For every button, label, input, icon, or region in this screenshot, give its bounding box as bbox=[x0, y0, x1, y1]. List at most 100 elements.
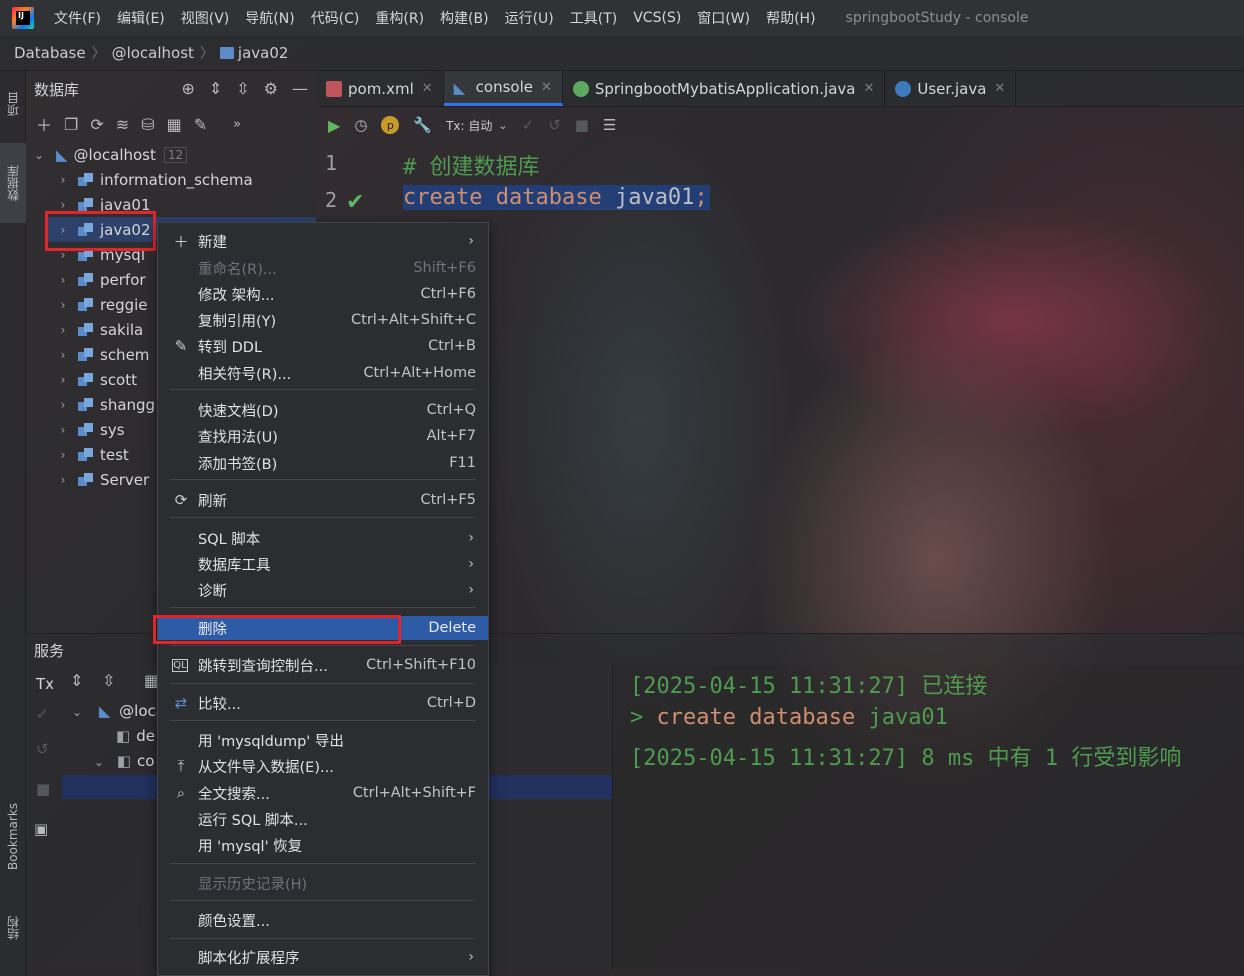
menu-item-related-symbols[interactable]: 相关符号(R)... Ctrl+Alt+Home bbox=[158, 361, 488, 385]
breadcrumb-schema[interactable]: java02 bbox=[238, 44, 289, 62]
tree-schema-shangg[interactable]: › shangg bbox=[56, 392, 155, 417]
chevron-right-icon[interactable]: › bbox=[56, 198, 70, 212]
collapse-all-icon[interactable]: ⇳ bbox=[102, 671, 115, 690]
chevron-down-icon[interactable]: ⌄ bbox=[94, 755, 104, 769]
menu-item-copy-reference[interactable]: 复制引用(Y) Ctrl+Alt+Shift+C bbox=[158, 308, 488, 332]
menu-item-find-usages[interactable]: 查找用法(U) Alt+F7 bbox=[158, 424, 488, 448]
table-icon[interactable]: ▦ bbox=[167, 115, 182, 134]
menu-item-scripted-extensions[interactable]: 脚本化扩展程序 › bbox=[158, 945, 488, 969]
output-layout-icon[interactable]: ☰ bbox=[603, 116, 616, 134]
menu-edit[interactable]: 编辑(E) bbox=[109, 8, 173, 28]
breadcrumb-database[interactable]: Database bbox=[14, 44, 86, 62]
menu-item-run-sql[interactable]: 运行 SQL 脚本... bbox=[158, 807, 488, 831]
menu-item-import-file[interactable]: ⤒ 从文件导入数据(E)... bbox=[158, 754, 488, 778]
tree-host[interactable]: ⌄ ◣ @localhost 12 bbox=[32, 142, 188, 167]
tab-user-java[interactable]: User.java ✕ bbox=[885, 71, 1017, 106]
menu-item-quick-doc[interactable]: 快速文档(D) Ctrl+Q bbox=[158, 398, 488, 422]
menu-item-add-bookmark[interactable]: 添加书签(B) F11 bbox=[158, 451, 488, 475]
menu-build[interactable]: 构建(B) bbox=[432, 8, 497, 28]
minimize-icon[interactable]: — bbox=[292, 79, 308, 98]
menu-item-color-settings[interactable]: 颜色设置... bbox=[158, 908, 488, 932]
chevron-right-icon[interactable]: › bbox=[56, 348, 70, 362]
expand-all-icon[interactable]: ⇕ bbox=[70, 671, 83, 690]
menu-vcs[interactable]: VCS(S) bbox=[625, 10, 689, 26]
tree-schema-performance[interactable]: › perfor bbox=[56, 267, 146, 292]
services-host-row[interactable]: ⌄ ◣ @loca bbox=[72, 702, 165, 720]
tab-project[interactable]: 项目 bbox=[0, 79, 26, 129]
breadcrumb-host[interactable]: @localhost bbox=[112, 44, 194, 62]
services-item-co[interactable]: ⌄ ◧ co bbox=[94, 752, 154, 770]
chevron-right-icon[interactable]: › bbox=[56, 473, 70, 487]
tree-schema-sakila[interactable]: › sakila bbox=[56, 317, 144, 342]
tree-schema-schema[interactable]: › schem bbox=[56, 342, 150, 367]
chevron-down-icon[interactable]: ⌄ bbox=[32, 148, 46, 162]
menu-item-mysqldump[interactable]: 用 'mysqldump' 导出 bbox=[158, 728, 488, 752]
collapse-all-icon[interactable]: ⇳ bbox=[236, 79, 249, 98]
tx-label[interactable]: Tx bbox=[36, 675, 54, 693]
chevron-right-icon[interactable]: › bbox=[56, 323, 70, 337]
chevron-right-icon[interactable]: › bbox=[56, 173, 70, 187]
tab-springboot-application[interactable]: SpringbootMybatisApplication.java ✕ bbox=[563, 71, 886, 106]
menu-item-refresh[interactable]: ⟳ 刷新 Ctrl+F5 bbox=[158, 488, 488, 512]
close-icon[interactable]: ✕ bbox=[422, 81, 433, 96]
services-item-de[interactable]: ◧ de bbox=[116, 727, 155, 745]
menu-item-sql-script[interactable]: SQL 脚本 › bbox=[158, 526, 488, 550]
edit-icon[interactable]: ✎ bbox=[194, 115, 207, 134]
crosshair-icon[interactable]: ⊕ bbox=[181, 79, 194, 98]
menu-tools[interactable]: 工具(T) bbox=[562, 8, 625, 28]
menu-navigate[interactable]: 导航(N) bbox=[237, 8, 302, 28]
add-icon[interactable]: ＋ bbox=[36, 112, 52, 136]
tab-pom-xml[interactable]: pom.xml ✕ bbox=[316, 71, 444, 106]
menu-help[interactable]: 帮助(H) bbox=[758, 8, 823, 28]
code-line-sql[interactable]: create database java01; bbox=[403, 185, 710, 210]
refresh-icon[interactable]: ⟳ bbox=[90, 115, 103, 134]
menu-item-diagnose[interactable]: 诊断 › bbox=[158, 578, 488, 602]
profile-icon[interactable]: p bbox=[381, 116, 400, 134]
menu-item-goto-ddl[interactable]: ✎ 转到 DDL Ctrl+B bbox=[158, 334, 488, 358]
menu-run[interactable]: 运行(U) bbox=[497, 8, 562, 28]
close-icon[interactable]: ✕ bbox=[994, 81, 1005, 96]
chevron-right-icon[interactable]: › bbox=[56, 398, 70, 412]
tab-console[interactable]: ◣ console ✕ bbox=[443, 71, 563, 106]
chevron-right-icon[interactable]: › bbox=[56, 298, 70, 312]
schema-sync-icon[interactable]: ≋ bbox=[116, 115, 129, 134]
chevron-right-icon[interactable]: › bbox=[56, 273, 70, 287]
chevron-down-icon[interactable]: ⌄ bbox=[498, 119, 507, 132]
tree-schema-information-schema[interactable]: › information_schema bbox=[56, 167, 253, 192]
history-icon[interactable]: ◷ bbox=[354, 116, 367, 134]
chevron-down-icon[interactable]: ⌄ bbox=[72, 705, 82, 719]
layout-icon[interactable]: ▣ bbox=[34, 820, 48, 838]
tree-schema-test[interactable]: › test bbox=[56, 442, 129, 467]
chevron-right-icon[interactable]: › bbox=[56, 423, 70, 437]
menu-item-jump-console[interactable]: QL 跳转到查询控制台... Ctrl+Shift+F10 bbox=[158, 653, 488, 677]
intellij-logo-icon[interactable]: IJ bbox=[12, 7, 34, 29]
transaction-mode-select[interactable]: Tx: 自动 bbox=[446, 117, 492, 134]
tree-schema-scott[interactable]: › scott bbox=[56, 367, 137, 392]
menu-item-mysql-restore[interactable]: 用 'mysql' 恢复 bbox=[158, 833, 488, 857]
code-line-comment[interactable]: # 创建数据库 bbox=[403, 149, 540, 181]
db-properties-icon[interactable]: ⛁ bbox=[141, 115, 154, 134]
wrench-icon[interactable]: 🔧 bbox=[413, 116, 432, 134]
menu-view[interactable]: 视图(V) bbox=[173, 8, 238, 28]
menu-item-modify-schema[interactable]: 修改 架构... Ctrl+F6 bbox=[158, 282, 488, 306]
menu-code[interactable]: 代码(C) bbox=[303, 8, 368, 28]
menu-window[interactable]: 窗口(W) bbox=[689, 8, 758, 28]
menu-item-compare[interactable]: ⇄ 比较... Ctrl+D bbox=[158, 691, 488, 715]
copy-icon[interactable]: ❐ bbox=[64, 115, 78, 134]
chevron-right-icon[interactable]: › bbox=[56, 373, 70, 387]
run-icon[interactable]: ▶ bbox=[328, 116, 340, 135]
menu-file[interactable]: 文件(F) bbox=[46, 8, 109, 28]
tree-schema-sys[interactable]: › sys bbox=[56, 417, 125, 442]
menu-item-fulltext-search[interactable]: ⌕ 全文搜索... Ctrl+Alt+Shift+F bbox=[158, 781, 488, 805]
menu-refactor[interactable]: 重构(R) bbox=[367, 8, 432, 28]
tab-database[interactable]: 数据库 bbox=[0, 143, 26, 223]
menu-item-db-tools[interactable]: 数据库工具 › bbox=[158, 552, 488, 576]
tree-server-objects[interactable]: › Server bbox=[56, 467, 150, 492]
gear-icon[interactable]: ⚙ bbox=[264, 79, 278, 98]
tree-schema-reggie[interactable]: › reggie bbox=[56, 292, 148, 317]
more-icon[interactable]: » bbox=[233, 117, 241, 132]
close-icon[interactable]: ✕ bbox=[541, 80, 552, 95]
chevron-right-icon[interactable]: › bbox=[56, 448, 70, 462]
tab-structure[interactable]: 结构 bbox=[0, 903, 26, 953]
close-icon[interactable]: ✕ bbox=[863, 81, 874, 96]
